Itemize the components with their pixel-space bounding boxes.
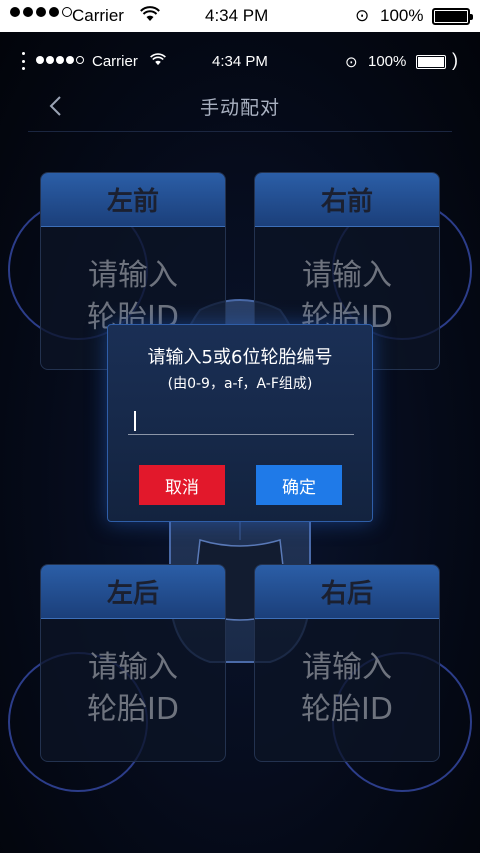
tire-id-placeholder: 请输入 轮胎ID [301,650,393,727]
tire-position-label: 右前 [255,173,439,227]
tire-card-rear-right[interactable]: 右后 请输入 轮胎ID [254,564,440,762]
nav-bar: 手动配对 [28,80,452,132]
tire-id-input[interactable] [128,405,354,435]
cancel-button[interactable]: 取消 [139,465,225,505]
battery-percent: 100% [368,53,407,70]
battery-percent: 100% [380,6,424,25]
tire-position-label: 左前 [41,173,225,227]
rotation-lock-icon: ⊙ [355,6,370,25]
tire-id-input-dialog: 请输入5或6位轮胎编号 (由0-9，a-f，A-F组成) 取消 确定 [107,324,373,522]
grip-icon [22,52,26,70]
clock-label: 4:34 PM [205,6,269,25]
dialog-title: 请输入5或6位轮胎编号 [147,347,333,368]
dialog-subtitle: (由0-9，a-f，A-F组成) [167,376,313,392]
bracket-icon: ) [452,50,458,70]
wifi-icon [140,6,160,27]
device-status-bar: Carrier 4:34 PM ⊙ 100% [0,0,480,32]
page-title: 手动配对 [199,97,280,119]
tire-position-label: 左后 [41,565,225,619]
battery-icon [416,55,446,69]
wifi-icon [150,53,166,70]
rotation-lock-icon: ⊙ [345,54,358,71]
tire-id-placeholder: 请输入 轮胎ID [87,650,179,727]
carrier-label: Carrier [92,53,138,70]
text-cursor [134,411,136,431]
tire-position-label: 右后 [255,565,439,619]
tire-id-placeholder: 请输入 轮胎ID [301,258,393,335]
app-screen: Carrier 4:34 PM ⊙ 100% ) 手动配对 左前 请输入 轮胎I… [0,32,480,853]
tire-card-rear-left[interactable]: 左后 请输入 轮胎ID [40,564,226,762]
carrier-label: Carrier [72,6,124,25]
confirm-button[interactable]: 确定 [256,465,342,505]
battery-icon [432,8,473,25]
tire-id-placeholder: 请输入 轮胎ID [87,258,179,335]
signal-strength-icon [10,7,72,17]
signal-strength-icon [36,56,84,64]
clock-label: 4:34 PM [212,53,268,70]
